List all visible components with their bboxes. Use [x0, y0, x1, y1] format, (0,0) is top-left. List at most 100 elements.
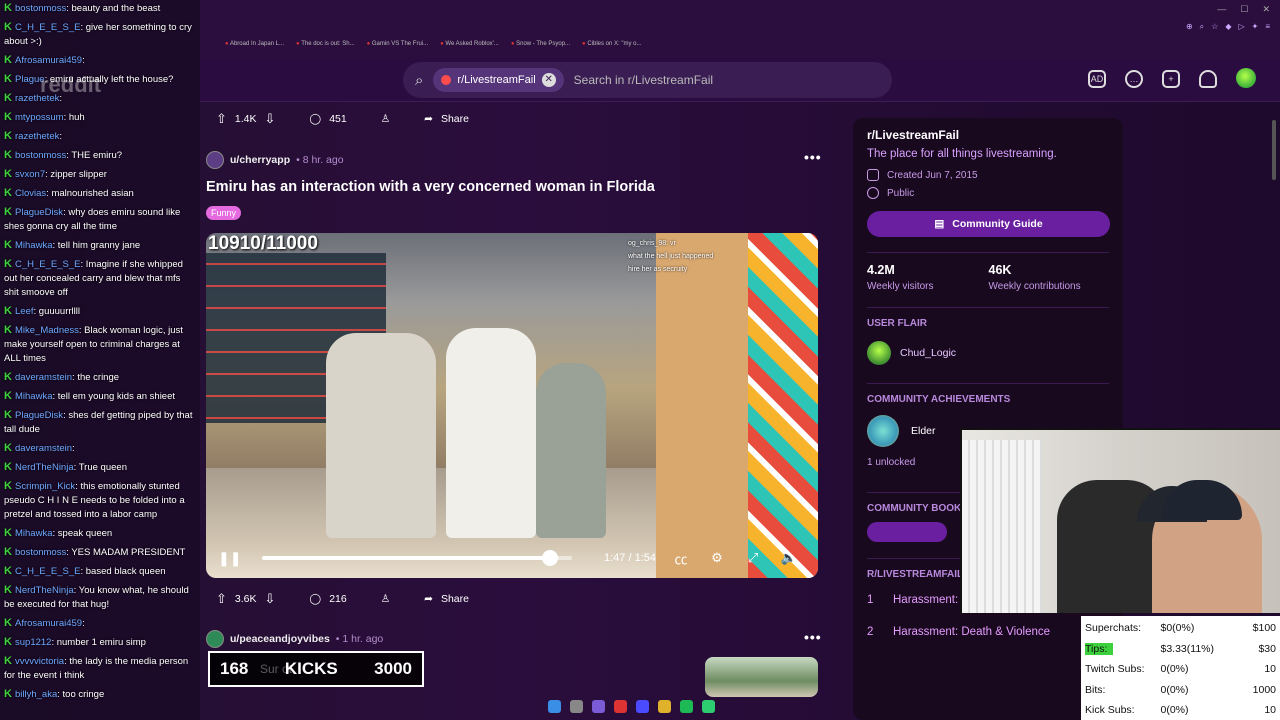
chat-username[interactable]: PlagueDisk [15, 207, 63, 218]
chat-username[interactable]: Mihawka [15, 528, 53, 539]
chat-username[interactable]: sup1212 [15, 637, 51, 648]
bookmark[interactable]: We Asked Roblox'... [440, 41, 498, 47]
create-post-icon[interactable]: + [1162, 70, 1180, 88]
chat-message: K Afrosamurai459: [4, 54, 196, 68]
chat-username[interactable]: PlagueDisk [15, 410, 63, 421]
bookmark[interactable]: The doc is out: Sh... [296, 41, 354, 47]
comments-button[interactable]: ◯ 216 [299, 585, 356, 613]
chat-separator: : [82, 55, 85, 66]
settings-gear-icon[interactable]: ⚙ [706, 550, 728, 566]
chat-username[interactable]: Scrimpin_Kick [15, 481, 75, 492]
chat-username[interactable]: razethetek [15, 131, 59, 142]
bookmark[interactable]: Cibles on X: "my o... [582, 41, 641, 47]
chat-username[interactable]: bostonmoss [15, 3, 66, 14]
chat-username[interactable]: Mihawka [15, 240, 53, 251]
chat-username[interactable]: C_H_E_E_S_E [15, 22, 80, 33]
upvote-icon[interactable]: ⇧ [216, 591, 227, 607]
play-icon[interactable]: ▷ [1238, 22, 1244, 32]
seek-bar[interactable] [262, 550, 572, 566]
upvote-icon[interactable]: ⇧ [216, 111, 227, 127]
minimize-icon[interactable]: — [1217, 4, 1226, 15]
community-bookmark-button[interactable] [867, 522, 947, 542]
chat-username[interactable]: mtypossum [15, 112, 64, 123]
chat-username[interactable]: NerdTheNinja [15, 462, 74, 473]
app-icon[interactable] [702, 700, 715, 713]
scrollbar[interactable] [1272, 120, 1276, 180]
chat-username[interactable]: Afrosamurai459 [15, 55, 82, 66]
search-icon[interactable]: ⌕ [1200, 22, 1204, 32]
bookmark[interactable]: Abroad In Japan L... [225, 41, 284, 47]
author-avatar[interactable] [206, 151, 224, 169]
spotify-icon[interactable] [680, 700, 693, 713]
folder-icon[interactable] [658, 700, 671, 713]
star-icon[interactable]: ☆ [1211, 22, 1218, 32]
search-bar[interactable]: ⌕ r/LivestreamFail ✕ [403, 62, 892, 98]
chat-username[interactable]: C_H_E_E_S_E [15, 259, 80, 270]
notification-bell-icon[interactable] [1199, 70, 1217, 88]
chat-username[interactable]: C_H_E_E_S_E [15, 566, 80, 577]
bookmark[interactable]: Gamin VS The Frui... [367, 41, 428, 47]
post-options-icon[interactable]: ••• [804, 629, 822, 645]
chat-username[interactable]: Clovias [15, 188, 46, 199]
post-flair[interactable]: Funny [206, 206, 242, 220]
fullscreen-icon[interactable]: ⤢ [742, 550, 764, 566]
author-avatar[interactable] [206, 630, 224, 648]
chat-username[interactable]: Mike_Madness [15, 325, 79, 336]
zoom-icon[interactable]: ⊕ [1186, 22, 1193, 32]
chat-username[interactable]: vvvvvictoria [15, 656, 64, 667]
chat-username[interactable]: bostonmoss [15, 547, 66, 558]
extension-icon[interactable]: ◆ [1225, 22, 1231, 32]
divider [867, 252, 1109, 253]
reddit-logo[interactable]: reddit [40, 72, 101, 98]
post-author[interactable]: u/cherryapp [230, 154, 290, 166]
browser-icon[interactable] [636, 700, 649, 713]
downvote-icon[interactable]: ⇩ [265, 111, 276, 127]
chat-username[interactable]: NerdTheNinja [15, 585, 74, 596]
video-player[interactable]: 10910/11000 og_chris_98: vr what the hel… [206, 233, 818, 578]
user-avatar[interactable] [1236, 68, 1256, 88]
comments-button[interactable]: ◯ 451 [299, 105, 356, 133]
advertise-icon[interactable]: AD [1088, 70, 1106, 88]
chat-icon[interactable]: … [1125, 70, 1143, 88]
chat-username[interactable]: daveramstein [15, 372, 72, 383]
taskbar-search-icon[interactable] [570, 700, 583, 713]
chat-message: K Clovias: malnourished asian [4, 187, 196, 201]
rule-item[interactable]: 2 Harassment: Death & Violence [867, 626, 1109, 638]
chat-username[interactable]: bostonmoss [15, 150, 66, 161]
downvote-icon[interactable]: ⇩ [265, 591, 276, 607]
maximize-icon[interactable]: ☐ [1240, 4, 1248, 15]
chat-username[interactable]: billyh_aka [15, 689, 57, 700]
community-guide-button[interactable]: ▤ Community Guide [867, 211, 1110, 237]
post-title[interactable]: Emiru has an interaction with a very con… [206, 179, 655, 195]
chat-username[interactable]: Mihawka [15, 391, 53, 402]
award-button[interactable]: ♙ [371, 105, 400, 133]
chat-username[interactable]: svxon7 [15, 169, 45, 180]
chat-username[interactable]: Leef [15, 306, 34, 317]
seek-handle[interactable] [542, 550, 559, 566]
chat-text: guuuurrllll [38, 306, 80, 317]
menu-icon[interactable]: ≡ [1265, 22, 1270, 32]
windows-start-icon[interactable] [548, 700, 561, 713]
search-input[interactable] [573, 73, 834, 87]
community-name[interactable]: r/LivestreamFail [867, 128, 1109, 142]
user-flair[interactable]: Chud_Logic [867, 341, 1109, 365]
post2-thumbnail[interactable] [705, 657, 818, 697]
award-button[interactable]: ♙ [371, 585, 400, 613]
volume-icon[interactable]: 🔈 [778, 550, 800, 566]
obs-icon[interactable] [614, 700, 627, 713]
captions-icon[interactable]: ㏄ [670, 549, 692, 568]
share-button[interactable]: ➦ Share [414, 105, 479, 133]
chat-message: Kdaveramstein: [4, 442, 196, 456]
clear-chip-icon[interactable]: ✕ [541, 73, 556, 87]
chat-username[interactable]: Afrosamurai459 [15, 618, 82, 629]
pause-icon[interactable]: ❚❚ [218, 550, 241, 567]
post-options-icon[interactable]: ••• [804, 149, 822, 165]
puzzle-icon[interactable]: ✦ [1252, 22, 1259, 32]
bookmark[interactable]: Snow - The Psyop... [511, 41, 570, 47]
subreddit-chip[interactable]: r/LivestreamFail ✕ [433, 68, 564, 92]
discord-icon[interactable] [592, 700, 605, 713]
close-icon[interactable]: ✕ [1262, 4, 1270, 15]
share-button[interactable]: ➦ Share [414, 585, 479, 613]
chat-username[interactable]: daveramstein [15, 443, 72, 454]
post-author[interactable]: u/peaceandjoyvibes [230, 633, 330, 645]
